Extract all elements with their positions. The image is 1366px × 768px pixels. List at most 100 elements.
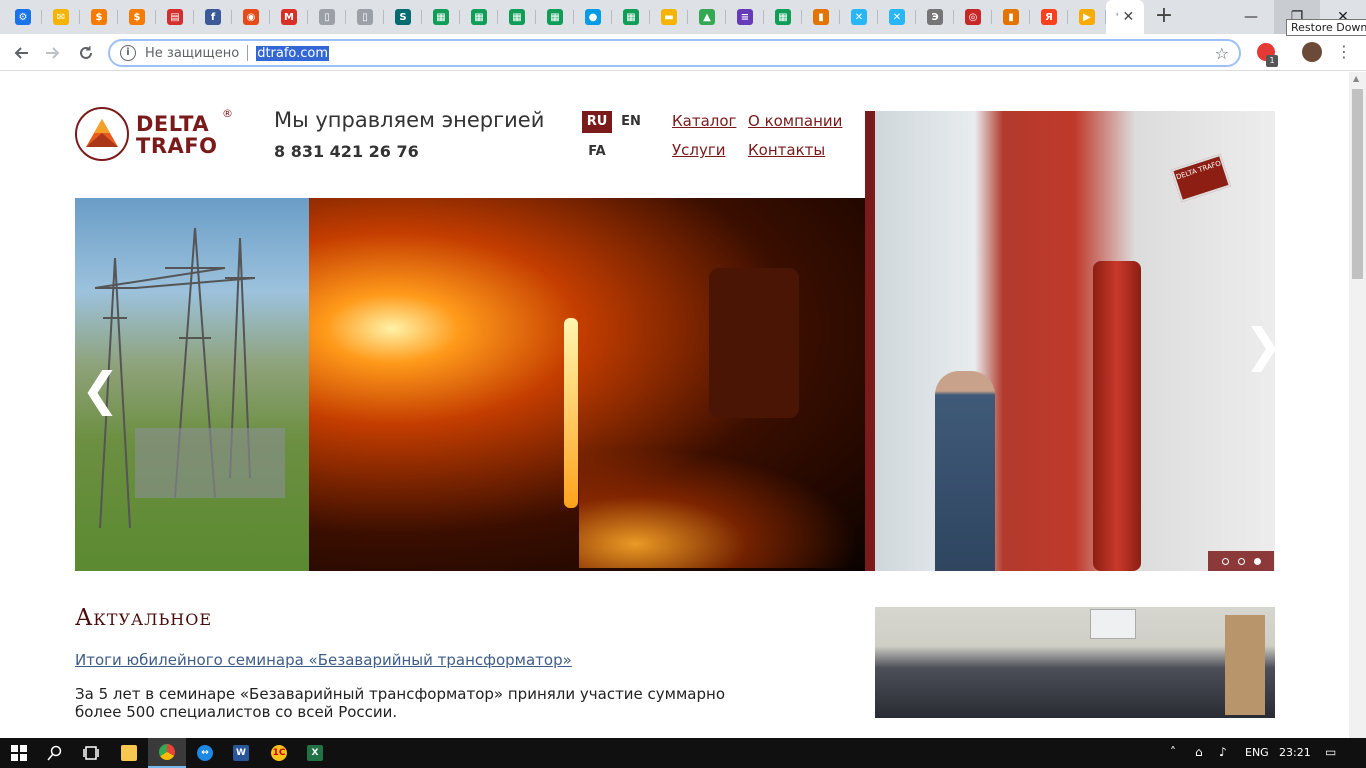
circle-app-icon: ● xyxy=(585,9,601,25)
browser-tab[interactable]: Э xyxy=(916,0,954,34)
x-app-icon: ✕ xyxy=(889,9,905,25)
address-bar[interactable]: i Не защищено dtrafo.com ☆ xyxy=(108,39,1241,67)
notifications-icon[interactable]: ▭ xyxy=(1325,745,1336,759)
coin-icon: $ xyxy=(91,9,107,25)
browser-tab[interactable]: $ xyxy=(80,0,118,34)
folder-icon xyxy=(121,745,137,761)
search-button[interactable] xyxy=(36,738,74,768)
task-view-button[interactable] xyxy=(72,738,110,768)
nav-catalog[interactable]: Каталог xyxy=(672,112,736,130)
scroll-up-icon[interactable]: ▲ xyxy=(1353,74,1359,83)
browser-tab[interactable]: ▮ xyxy=(802,0,840,34)
new-tab-button[interactable]: + xyxy=(1152,5,1176,29)
taskbar-excel[interactable]: X xyxy=(296,738,334,768)
back-button[interactable] xyxy=(8,40,34,66)
browser-tab[interactable]: ▤ xyxy=(156,0,194,34)
scroll-thumb[interactable] xyxy=(1352,89,1363,279)
browser-tab[interactable]: f xyxy=(194,0,232,34)
tray-chevron-icon[interactable]: ˄ xyxy=(1170,745,1176,759)
lang-ru[interactable]: RU xyxy=(582,111,612,133)
browser-tab[interactable]: S xyxy=(384,0,422,34)
browser-tab[interactable]: ▦ xyxy=(422,0,460,34)
omnibox-divider xyxy=(247,45,249,61)
profile-avatar[interactable] xyxy=(1302,42,1322,62)
browser-tab[interactable]: ✕ xyxy=(840,0,878,34)
slider-prev-arrow[interactable]: ❮ xyxy=(81,366,120,412)
browser-tab[interactable]: ▦ xyxy=(612,0,650,34)
active-tab-title: ' xyxy=(1115,11,1119,23)
taskbar-word[interactable]: W xyxy=(222,738,260,768)
browser-tab[interactable]: $ xyxy=(118,0,156,34)
news-article-link[interactable]: Итоги юбилейного семинара «Безаварийный … xyxy=(75,651,572,669)
browser-tab[interactable]: ⚙ xyxy=(4,0,42,34)
document-icon: ▯ xyxy=(319,9,335,25)
browser-tab[interactable]: ▶ xyxy=(1068,0,1106,34)
bookmark-star-icon[interactable]: ☆ xyxy=(1215,44,1229,63)
back-arrow-icon xyxy=(14,47,28,59)
nav-services[interactable]: Услуги xyxy=(672,141,725,159)
browser-tab[interactable]: ✕ xyxy=(878,0,916,34)
start-button[interactable] xyxy=(0,738,38,768)
reload-button[interactable] xyxy=(73,40,99,66)
browser-tab[interactable]: ▲ xyxy=(688,0,726,34)
sheets-icon: ▦ xyxy=(471,9,487,25)
browser-tab[interactable]: ◉ xyxy=(232,0,270,34)
browser-tab[interactable]: M xyxy=(270,0,308,34)
input-language[interactable]: ENG xyxy=(1245,746,1269,759)
lang-en[interactable]: EN xyxy=(616,111,646,133)
forward-button[interactable] xyxy=(40,40,66,66)
url-text[interactable]: dtrafo.com xyxy=(256,45,330,61)
transformer-pipe xyxy=(1093,261,1141,571)
browser-tab[interactable]: ▯ xyxy=(308,0,346,34)
browser-tab[interactable]: ▮ xyxy=(992,0,1030,34)
close-tab-icon[interactable]: ✕ xyxy=(1123,9,1135,25)
browser-tab[interactable]: ▦ xyxy=(536,0,574,34)
browser-tab[interactable]: ▦ xyxy=(498,0,536,34)
phone-number[interactable]: 8 831 421 26 76 xyxy=(274,142,419,161)
taskbar-explorer[interactable] xyxy=(110,738,148,768)
browser-tab[interactable]: Я xyxy=(1030,0,1068,34)
network-icon[interactable]: ⌂ xyxy=(1195,745,1203,759)
taskbar-1c[interactable]: 1C xyxy=(260,738,298,768)
tab-list: ⚙ ✉ $ $ ▤ f ◉ M ▯ ▯ S ▦ ▦ ▦ ▦ ● ▦ ▬ ▲ ≡ ▦ ▮ ✕ ✕ Э ◎ ▮ Я ▶ ' ✕ xyxy=(4,0,1144,34)
browser-tab[interactable]: ◎ xyxy=(954,0,992,34)
taskbar-teamviewer[interactable]: ↔ xyxy=(186,738,224,768)
slider-next-arrow[interactable]: ❯ xyxy=(1244,322,1283,368)
red-logo-icon: ◎ xyxy=(965,9,981,25)
seminar-photo[interactable] xyxy=(875,607,1275,718)
sheets-icon: ▦ xyxy=(547,9,563,25)
browser-tab[interactable]: ≡ xyxy=(726,0,764,34)
taskbar-chrome[interactable] xyxy=(148,738,186,768)
news-heading: Актуальное xyxy=(75,605,213,631)
lang-fa[interactable]: FA xyxy=(582,141,612,163)
site-logo[interactable]: DELTA TRAFO ® xyxy=(75,107,235,163)
browser-tab[interactable]: ▯ xyxy=(346,0,384,34)
nav-about[interactable]: О компании xyxy=(748,112,842,130)
slider-dot-1[interactable] xyxy=(1221,557,1229,565)
clock[interactable]: 23:21 xyxy=(1279,746,1311,759)
browser-tab[interactable]: ● xyxy=(574,0,612,34)
active-tab[interactable]: ' ✕ xyxy=(1106,0,1144,34)
chrome-menu-icon[interactable]: ⋮ xyxy=(1336,42,1352,61)
slider-dot-3[interactable] xyxy=(1253,557,1261,565)
slider-dot-2[interactable] xyxy=(1237,557,1245,565)
browser-toolbar: i Не защищено dtrafo.com ☆ 1 ⋮ xyxy=(0,34,1366,71)
nav-contacts[interactable]: Контакты xyxy=(748,141,825,159)
minimize-button[interactable]: — xyxy=(1228,0,1274,34)
sheets-icon: ▦ xyxy=(775,9,791,25)
browser-tab[interactable]: ▬ xyxy=(650,0,688,34)
sharepoint-icon: S xyxy=(395,9,411,25)
molten-stream-shape xyxy=(564,318,578,508)
volume-icon[interactable]: ♪ xyxy=(1219,745,1227,759)
site-tagline: Мы управляем энергией xyxy=(274,108,545,132)
security-status: Не защищено xyxy=(145,45,240,61)
browser-tab[interactable]: ✉ xyxy=(42,0,80,34)
page-scrollbar[interactable]: ▲ xyxy=(1349,72,1366,738)
forward-arrow-icon xyxy=(46,47,60,59)
pdf-icon: ▤ xyxy=(167,9,183,25)
restore-tooltip: Restore Down xyxy=(1286,19,1366,36)
browser-tab[interactable]: ▦ xyxy=(764,0,802,34)
info-icon[interactable]: i xyxy=(120,45,136,61)
hero-slider[interactable]: ❮ xyxy=(75,198,865,571)
browser-tab[interactable]: ▦ xyxy=(460,0,498,34)
